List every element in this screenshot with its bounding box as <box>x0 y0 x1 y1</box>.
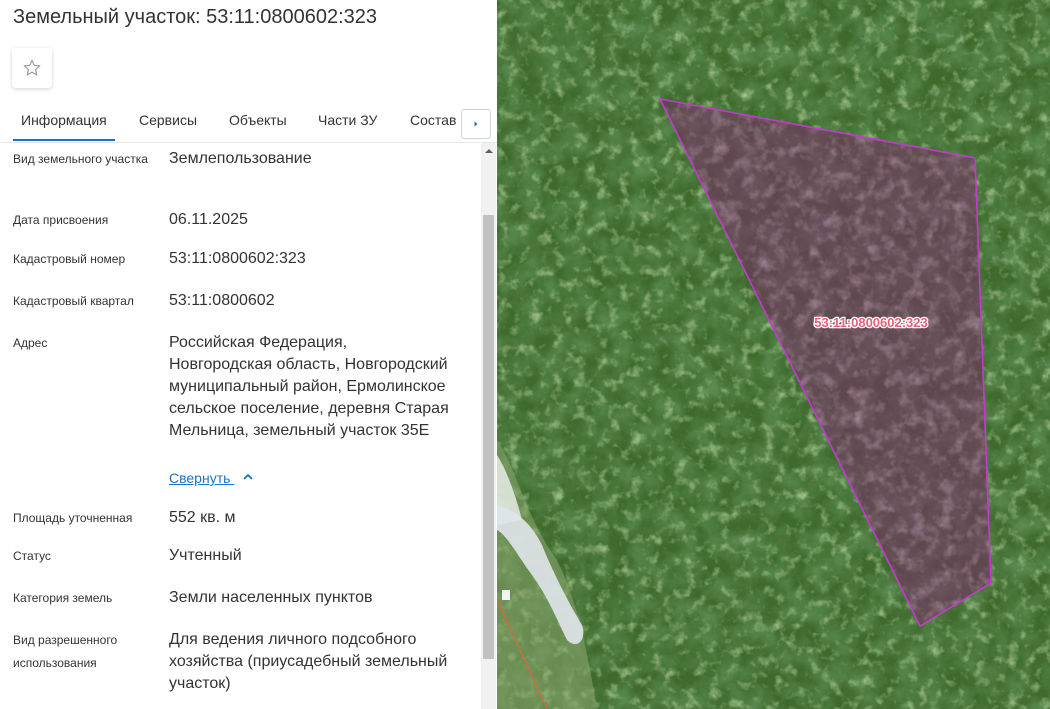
field-value: 552 кв. м <box>169 509 236 526</box>
field-label: Статус <box>13 549 51 563</box>
map-view[interactable]: 53:11:0800602:323 <box>497 0 1050 709</box>
scrollbar[interactable] <box>481 143 496 709</box>
page-title: Земельный участок: 53:11:0800602:323 <box>13 6 378 28</box>
chevron-up-icon <box>243 473 253 480</box>
collapse-label: Свернуть <box>169 470 231 486</box>
field-value: Земли населенных пунктов <box>169 589 373 606</box>
tab-objects[interactable]: Объекты <box>229 112 287 128</box>
field-label: Вид земельного участка <box>13 152 148 166</box>
field-label: Вид разрешенного использования <box>13 633 118 670</box>
star-icon <box>23 59 41 76</box>
arrow-up-icon <box>484 149 493 153</box>
scroll-thumb[interactable] <box>483 215 494 659</box>
field-label: Категория земель <box>13 591 113 605</box>
tab-bar: Информация Сервисы Объекты Части ЗУ Сост… <box>0 100 497 143</box>
tab-parcel-parts[interactable]: Части ЗУ <box>318 112 377 128</box>
collapse-link[interactable]: Свернуть <box>169 470 254 486</box>
info-content: Вид земельного участка Землепользование … <box>0 143 481 709</box>
chevron-right-icon <box>474 121 478 127</box>
field-value: 06.11.2025 <box>169 211 248 228</box>
field-label: Кадастровый номер <box>13 252 126 266</box>
field-value: Для ведения личного подсобного хозяйства… <box>169 631 448 692</box>
info-panel: Земельный участок: 53:11:0800602:323 Инф… <box>0 0 497 709</box>
tabs-scroll-right-button[interactable] <box>461 109 491 139</box>
tab-information[interactable]: Информация <box>13 112 115 141</box>
field-value: Российская Федерация, Новгородская облас… <box>169 334 449 439</box>
field-value: Землепользование <box>169 150 312 167</box>
favorite-button[interactable] <box>12 48 52 88</box>
tab-composition[interactable]: Состав <box>410 112 456 128</box>
field-value: 53:11:0800602:323 <box>169 250 306 267</box>
scroll-up-button[interactable] <box>481 143 496 159</box>
satellite-imagery: 53:11:0800602:323 <box>497 0 1050 709</box>
tab-services[interactable]: Сервисы <box>139 112 197 128</box>
field-label: Площадь уточненная <box>13 511 133 525</box>
parcel-label: 53:11:0800602:323 <box>814 315 928 330</box>
field-value: Учтенный <box>169 547 242 564</box>
field-label: Кадастровый квартал <box>13 294 134 308</box>
field-label: Адрес <box>13 336 48 350</box>
field-label: Дата присвоения <box>13 213 109 227</box>
field-value: 53:11:0800602 <box>169 292 275 309</box>
